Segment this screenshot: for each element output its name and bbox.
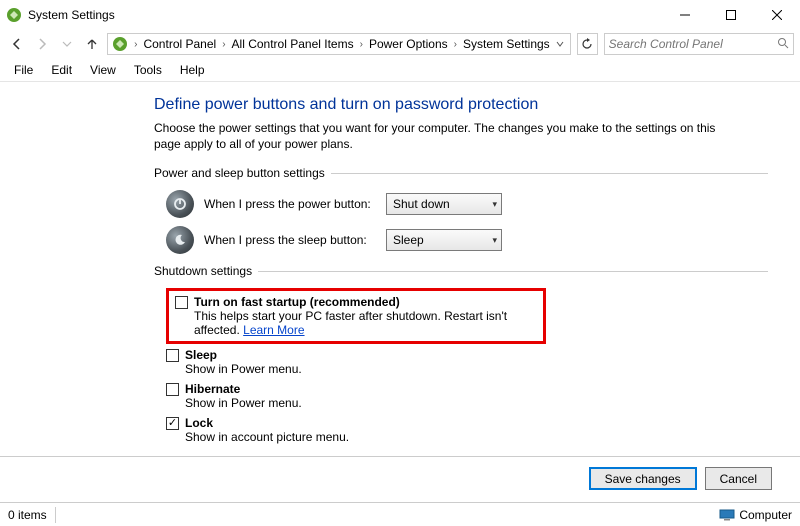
chevron-right-icon[interactable]: › (218, 39, 229, 50)
status-bar: 0 items Computer (0, 502, 800, 526)
power-button-select[interactable]: Shut down ▾ (386, 193, 502, 215)
section-power-sleep-label: Power and sleep button settings (154, 166, 325, 180)
hibernate-description: Show in Power menu. (185, 396, 800, 410)
chevron-down-icon: ▾ (492, 235, 497, 246)
minimize-button[interactable] (662, 0, 708, 30)
save-changes-button[interactable]: Save changes (589, 467, 697, 490)
status-location: Computer (739, 508, 792, 522)
sleep-checkbox[interactable] (166, 349, 179, 362)
navigation-bar: › Control Panel › All Control Panel Item… (0, 30, 800, 58)
menu-view[interactable]: View (82, 61, 124, 79)
refresh-button[interactable] (577, 33, 598, 55)
divider (55, 507, 56, 523)
divider (258, 271, 768, 272)
sleep-button-select[interactable]: Sleep ▾ (386, 229, 502, 251)
section-shutdown-label: Shutdown settings (154, 264, 252, 278)
sleep-icon (166, 226, 194, 254)
sleep-button-label: When I press the sleep button: (204, 233, 386, 247)
lock-checkbox[interactable] (166, 417, 179, 430)
fast-startup-description: This helps start your PC faster after sh… (194, 309, 537, 337)
fast-startup-checkbox[interactable] (175, 296, 188, 309)
hibernate-label: Hibernate (185, 382, 240, 396)
chevron-down-icon: ▾ (492, 199, 497, 210)
footer-button-bar: Save changes Cancel (0, 456, 800, 500)
location-icon (112, 36, 128, 52)
close-button[interactable] (754, 0, 800, 30)
title-bar: System Settings (0, 0, 800, 30)
breadcrumb[interactable]: › Control Panel › All Control Panel Item… (107, 33, 571, 55)
search-input[interactable] (609, 37, 777, 51)
search-icon[interactable] (777, 37, 789, 52)
recent-locations-button[interactable] (56, 32, 79, 56)
chevron-right-icon[interactable]: › (130, 39, 141, 50)
sleep-button-row: When I press the sleep button: Sleep ▾ (154, 226, 800, 254)
sleep-button-value: Sleep (393, 233, 424, 247)
menu-help[interactable]: Help (172, 61, 213, 79)
breadcrumb-item[interactable]: Control Panel (141, 37, 218, 51)
page-title: Define power buttons and turn on passwor… (154, 96, 800, 114)
content-area: Define power buttons and turn on passwor… (0, 82, 800, 474)
breadcrumb-item[interactable]: Power Options (367, 37, 450, 51)
window-title: System Settings (28, 8, 662, 22)
divider (331, 173, 768, 174)
breadcrumb-item[interactable]: All Control Panel Items (230, 37, 356, 51)
learn-more-link[interactable]: Learn More (243, 323, 304, 337)
menu-tools[interactable]: Tools (126, 61, 170, 79)
lock-label: Lock (185, 416, 213, 430)
cancel-button[interactable]: Cancel (705, 467, 772, 490)
shutdown-settings-list: Turn on fast startup (recommended) This … (154, 288, 800, 444)
power-button-value: Shut down (393, 197, 450, 211)
search-box[interactable] (604, 33, 794, 55)
chevron-right-icon[interactable]: › (356, 39, 367, 50)
power-icon (166, 190, 194, 218)
sleep-label: Sleep (185, 348, 217, 362)
forward-button[interactable] (31, 32, 54, 56)
section-shutdown: Shutdown settings (154, 264, 768, 278)
computer-icon (719, 509, 735, 521)
chevron-right-icon[interactable]: › (450, 39, 461, 50)
up-button[interactable] (80, 32, 103, 56)
status-items-count: 0 items (8, 508, 47, 522)
fast-startup-label: Turn on fast startup (recommended) (194, 295, 400, 309)
back-button[interactable] (6, 32, 29, 56)
breadcrumb-item[interactable]: System Settings (461, 37, 552, 51)
address-dropdown-button[interactable] (552, 37, 568, 51)
hibernate-checkbox[interactable] (166, 383, 179, 396)
page-description: Choose the power settings that you want … (154, 120, 744, 152)
menu-file[interactable]: File (6, 61, 41, 79)
sleep-description: Show in Power menu. (185, 362, 800, 376)
power-button-label: When I press the power button: (204, 197, 386, 211)
highlight-box: Turn on fast startup (recommended) This … (166, 288, 546, 344)
menu-edit[interactable]: Edit (43, 61, 80, 79)
menu-bar: File Edit View Tools Help (0, 58, 800, 82)
maximize-button[interactable] (708, 0, 754, 30)
lock-description: Show in account picture menu. (185, 430, 800, 444)
app-icon (6, 7, 22, 23)
section-power-sleep: Power and sleep button settings (154, 166, 768, 180)
power-button-row: When I press the power button: Shut down… (154, 190, 800, 218)
